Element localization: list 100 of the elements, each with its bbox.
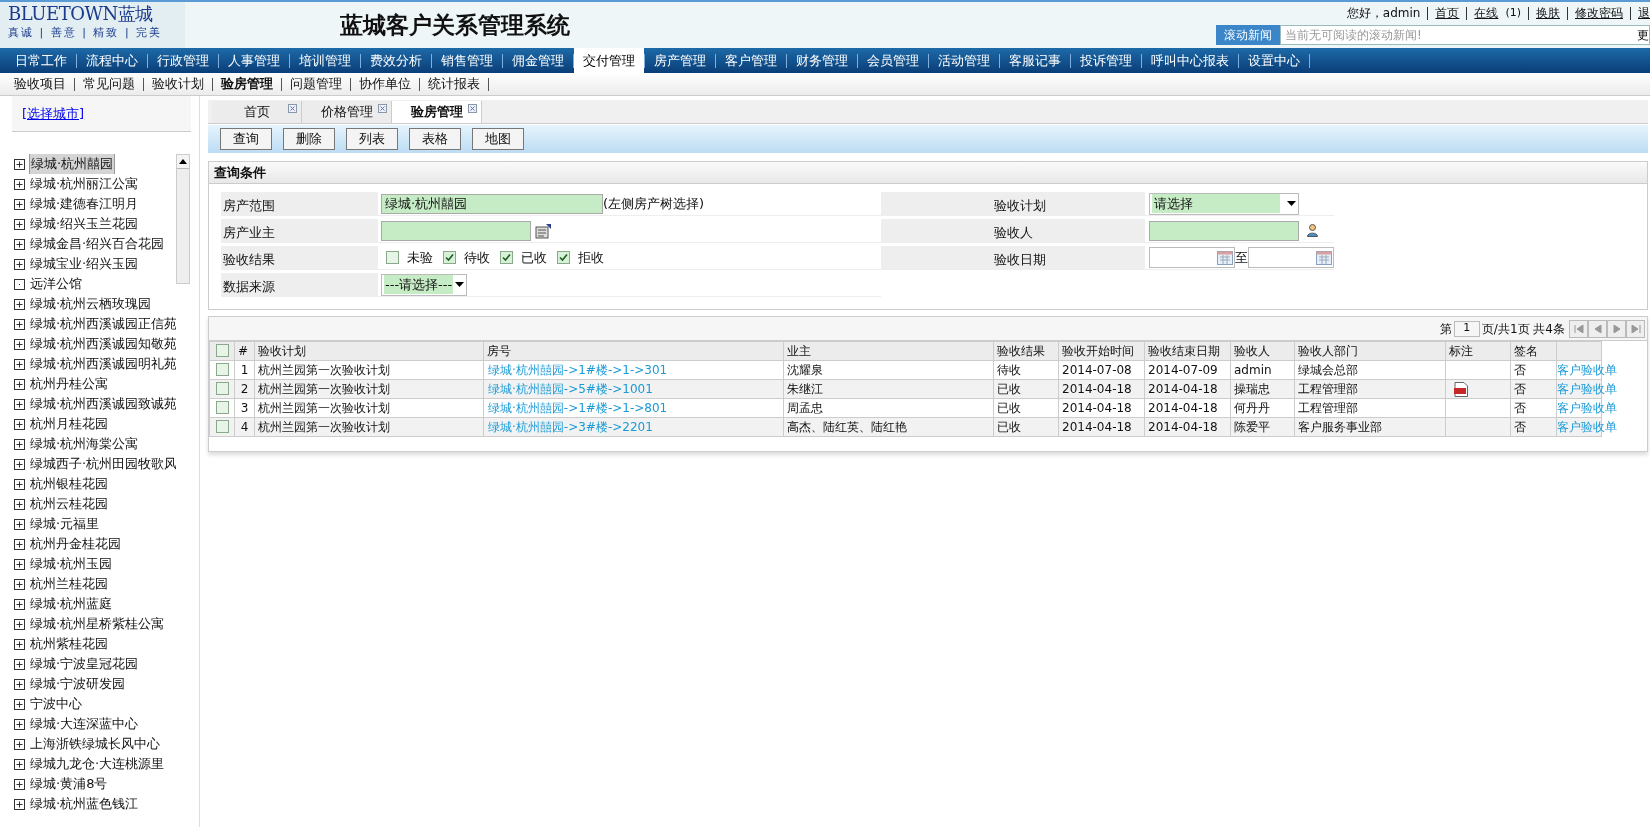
- page-tab[interactable]: 验房管理: [392, 101, 482, 123]
- expand-icon[interactable]: [14, 178, 25, 190]
- tree-item[interactable]: 上海浙铁绿城长风中心: [29, 734, 161, 754]
- nav-tab[interactable]: 销售管理: [432, 48, 502, 73]
- header-link[interactable]: 退: [1638, 4, 1650, 22]
- scroll-up-icon[interactable]: [179, 159, 187, 164]
- expand-icon[interactable]: [14, 378, 25, 390]
- header-link[interactable]: 在线: [1474, 4, 1499, 22]
- tree-item[interactable]: 绿城·杭州西溪诚园知敬苑: [29, 334, 176, 354]
- nav-tab[interactable]: 财务管理: [787, 48, 857, 73]
- subnav-link[interactable]: 验房管理: [213, 74, 281, 94]
- page-tab[interactable]: 价格管理: [302, 101, 392, 123]
- page-field[interactable]: 1: [1453, 320, 1480, 337]
- tree-item[interactable]: 绿城·杭州海棠公寓: [29, 434, 140, 454]
- nav-tab[interactable]: 设置中心: [1239, 48, 1309, 73]
- checkbox[interactable]: [500, 251, 513, 264]
- tree-item[interactable]: 绿城·黄浦8号: [29, 774, 109, 794]
- expand-icon[interactable]: [14, 358, 25, 370]
- start-date-field[interactable]: [1149, 247, 1235, 268]
- expand-icon[interactable]: [14, 738, 25, 750]
- expand-icon[interactable]: [14, 158, 25, 170]
- close-icon[interactable]: [468, 104, 477, 113]
- expand-icon[interactable]: [14, 498, 25, 510]
- expand-icon[interactable]: [14, 438, 25, 450]
- nav-tab[interactable]: 佣金管理: [503, 48, 573, 73]
- row-checkbox[interactable]: [215, 363, 229, 376]
- dropdown-icon[interactable]: [1287, 201, 1296, 206]
- expand-icon[interactable]: [14, 418, 25, 430]
- news-field[interactable]: 当前无可阅读的滚动新闻! 更: [1280, 25, 1650, 45]
- next-page-icon[interactable]: [1607, 319, 1626, 338]
- tree-item[interactable]: 杭州丹金桂花园: [29, 534, 122, 554]
- toolbar-button[interactable]: 地图: [472, 128, 524, 150]
- tree-item[interactable]: 绿城金昌·绍兴百合花园: [29, 234, 166, 254]
- expand-icon[interactable]: [14, 258, 25, 270]
- expand-icon[interactable]: [14, 598, 25, 610]
- tree-item[interactable]: 绿城·杭州西溪诚园明礼苑: [29, 354, 176, 374]
- expand-icon[interactable]: [14, 318, 25, 330]
- expand-icon[interactable]: [14, 678, 25, 690]
- expand-icon[interactable]: [14, 658, 25, 670]
- tree-item[interactable]: 绿城·杭州西溪诚园正信苑: [29, 314, 176, 334]
- subnav-link[interactable]: 协作单位: [351, 74, 419, 94]
- expand-icon[interactable]: [14, 798, 25, 810]
- owner-field[interactable]: [381, 220, 531, 241]
- calendar-icon[interactable]: [1217, 250, 1233, 265]
- previous-page-icon[interactable]: [1569, 319, 1588, 338]
- tree-item[interactable]: 绿城·杭州玉园: [29, 554, 114, 574]
- calendar-icon[interactable]: [1316, 250, 1332, 265]
- expand-icon[interactable]: [14, 458, 25, 470]
- expand-icon[interactable]: [14, 298, 25, 310]
- row-checkbox[interactable]: [215, 382, 229, 395]
- subnav-link[interactable]: 验收项目: [6, 74, 74, 94]
- tree-item[interactable]: 绿城·宁波研发园: [29, 674, 127, 694]
- tree-item[interactable]: 杭州月桂花园: [29, 414, 109, 434]
- scrollbar[interactable]: [176, 154, 190, 284]
- expand-icon[interactable]: [14, 518, 25, 530]
- tree-item[interactable]: 绿城·大连深蓝中心: [29, 714, 140, 734]
- nav-tab[interactable]: 活动管理: [929, 48, 999, 73]
- nav-tab[interactable]: 投诉管理: [1071, 48, 1141, 73]
- expand-icon[interactable]: [14, 398, 25, 410]
- next-page-icon[interactable]: [1626, 319, 1645, 338]
- expand-icon[interactable]: [14, 578, 25, 590]
- tree-item[interactable]: 绿城西子·杭州田园牧歌风: [29, 454, 176, 474]
- subnav-link[interactable]: 统计报表: [420, 74, 488, 94]
- toolbar-button[interactable]: 删除: [283, 128, 335, 150]
- nav-tab[interactable]: 客户管理: [716, 48, 786, 73]
- expand-icon[interactable]: [14, 638, 25, 650]
- toolbar-button[interactable]: 表格: [409, 128, 461, 150]
- header-link[interactable]: 修改密码: [1575, 4, 1623, 22]
- row-checkbox[interactable]: [215, 401, 229, 414]
- checkbox[interactable]: [557, 251, 570, 264]
- tree-item[interactable]: 绿城九龙仓·大连桃源里: [29, 754, 166, 774]
- source-select[interactable]: ---请选择---: [381, 273, 467, 296]
- end-date-field[interactable]: [1248, 247, 1334, 268]
- toolbar-button[interactable]: 查询: [220, 128, 272, 150]
- expand-icon[interactable]: [14, 718, 25, 730]
- expand-icon[interactable]: [14, 558, 25, 570]
- tree-item[interactable]: 杭州银桂花园: [29, 474, 109, 494]
- tree-item[interactable]: 绿城·杭州囍园: [29, 154, 116, 174]
- tree-item[interactable]: 绿城·宁波皇冠花园: [29, 654, 140, 674]
- tree-item[interactable]: 绿城·杭州蓝庭: [29, 594, 114, 614]
- tree-item[interactable]: 绿城宝业·绍兴玉园: [29, 254, 140, 274]
- tree-item[interactable]: 绿城·杭州丽江公寓: [29, 174, 140, 194]
- expand-icon[interactable]: [14, 198, 25, 210]
- tree-item[interactable]: 杭州云桂花园: [29, 494, 109, 514]
- nav-tab[interactable]: 人事管理: [219, 48, 289, 73]
- expand-icon[interactable]: [14, 238, 25, 250]
- plan-select[interactable]: 请选择: [1149, 192, 1299, 215]
- nav-tab[interactable]: 会员管理: [858, 48, 928, 73]
- header-link[interactable]: 换肤: [1536, 4, 1560, 22]
- header-link[interactable]: 首页: [1435, 4, 1460, 22]
- nav-tab[interactable]: 流程中心: [77, 48, 147, 73]
- nav-tab[interactable]: 交付管理: [574, 48, 644, 73]
- expand-icon[interactable]: [14, 758, 25, 770]
- select-all-checkbox[interactable]: [215, 344, 229, 357]
- image-file-icon[interactable]: [1454, 381, 1468, 397]
- nav-tab[interactable]: 日常工作: [6, 48, 76, 73]
- expand-icon[interactable]: [14, 338, 25, 350]
- previous-page-icon[interactable]: [1588, 319, 1607, 338]
- subnav-link[interactable]: 常见问题: [75, 74, 143, 94]
- tree-item[interactable]: 远洋公馆: [29, 274, 83, 294]
